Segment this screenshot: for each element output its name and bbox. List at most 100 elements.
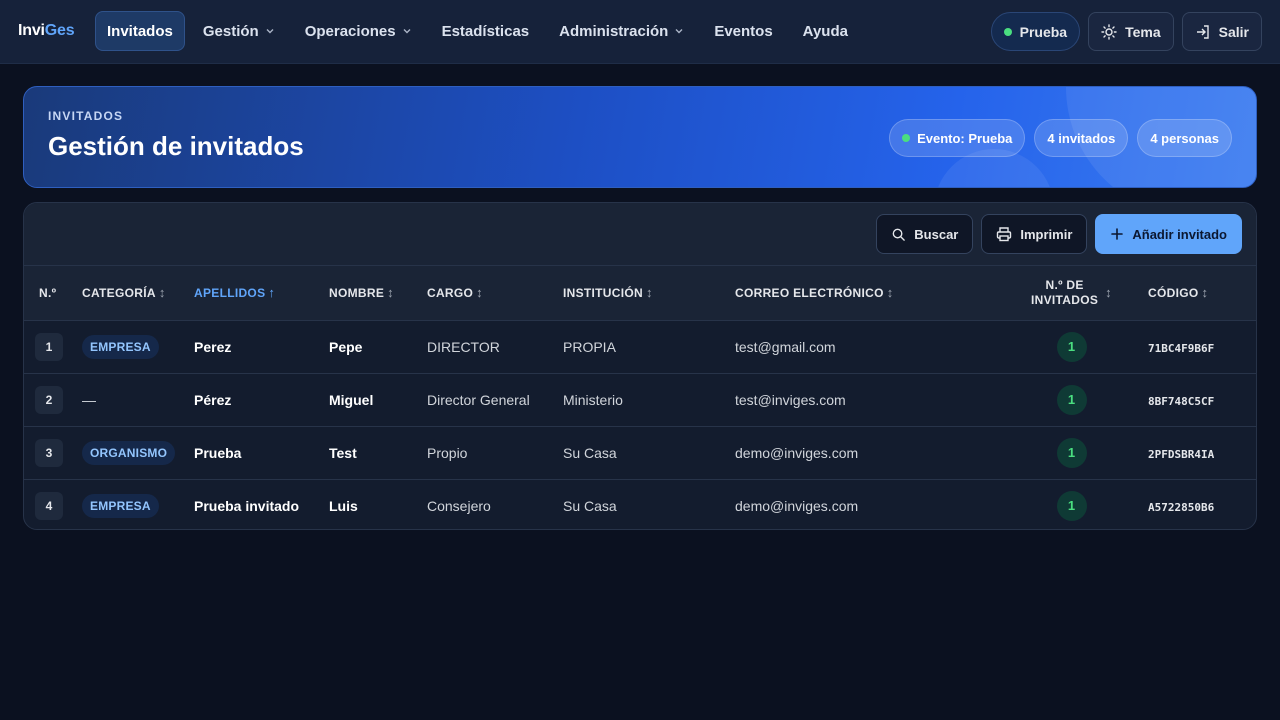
- brand-logo[interactable]: InviGes: [18, 22, 75, 40]
- nav-item-label: Operaciones: [304, 22, 396, 40]
- column-header-label: CÓDIGO: [1148, 286, 1199, 301]
- column-header-label: CORREO ELECTRÓNICO: [735, 286, 884, 301]
- nav-item-eventos[interactable]: Eventos: [702, 11, 784, 51]
- nav-actions: Prueba Tema Salir: [990, 12, 1262, 51]
- guests-count: 1: [1056, 331, 1087, 362]
- table-header-row: N.º CATEGORÍA ↕ APELLIDOS ↑ NOMBRE ↕ CARGO ↕…: [24, 266, 1256, 321]
- table-row[interactable]: 3 ORGANISMO Prueba Test Propio Su Casa d…: [24, 426, 1256, 479]
- cell-surname: Prueba invitado: [194, 497, 300, 514]
- theme-button-label: Tema: [1125, 23, 1161, 40]
- status-dot-icon: [902, 134, 911, 142]
- cell-position: DIRECTOR: [427, 338, 500, 355]
- cell-surname: Perez: [194, 338, 232, 355]
- column-header-guests[interactable]: N.º DE INVITADOS ↕: [1003, 266, 1140, 321]
- current-event-label: Prueba: [1019, 23, 1068, 40]
- row-number: 4: [35, 491, 63, 520]
- nav-item-ayuda[interactable]: Ayuda: [791, 11, 860, 51]
- guests-count-badge: 4 invitados: [1034, 119, 1129, 157]
- event-badge: Evento: Prueba: [889, 119, 1026, 157]
- event-badge-label: Evento: Prueba: [917, 130, 1013, 146]
- people-count-badge: 4 personas: [1137, 119, 1232, 157]
- brand-text-part2: Ges: [44, 22, 75, 39]
- cell-surname: Pérez: [194, 391, 232, 408]
- search-icon: [892, 228, 906, 241]
- cell-name: Miguel: [329, 391, 374, 408]
- column-header-label: CATEGORÍA: [82, 286, 156, 301]
- sort-icon: ↕: [1105, 285, 1112, 301]
- main-nav: Invitados Gestión Operaciones Estadístic…: [95, 11, 866, 51]
- add-guest-button[interactable]: Añadir invitado: [1095, 214, 1242, 254]
- column-header-label: N.º DE: [1045, 277, 1084, 292]
- category-badge: EMPRESA: [82, 334, 159, 359]
- column-header-name[interactable]: NOMBRE ↕: [329, 266, 427, 321]
- chevron-down-icon: [675, 29, 683, 34]
- nav-item-invitados[interactable]: Invitados: [95, 11, 185, 51]
- row-number: 1: [35, 332, 63, 361]
- row-number: 3: [35, 438, 63, 467]
- print-button-label: Imprimir: [1020, 226, 1073, 242]
- column-header-email[interactable]: CORREO ELECTRÓNICO ↕: [735, 266, 1003, 321]
- logout-button[interactable]: Salir: [1181, 12, 1262, 51]
- page-eyebrow: INVITADOS: [48, 109, 124, 123]
- chevron-down-icon: [403, 29, 411, 34]
- cell-email: test@inviges.com: [735, 391, 846, 408]
- cell-institution: Ministerio: [563, 391, 623, 408]
- cell-position: Director General: [427, 391, 530, 408]
- nav-item-label: Invitados: [107, 22, 173, 40]
- nav-item-label: Ayuda: [802, 22, 848, 40]
- summary-badges: Evento: Prueba 4 invitados 4 personas: [889, 119, 1232, 157]
- page-header-banner: INVITADOS Gestión de invitados Evento: P…: [23, 86, 1257, 188]
- column-header-num: N.º: [24, 266, 82, 321]
- sort-icon: ↕: [886, 285, 894, 301]
- theme-button[interactable]: Tema: [1088, 12, 1174, 51]
- category-badge: ORGANISMO: [82, 440, 176, 465]
- print-button[interactable]: Imprimir: [981, 214, 1088, 254]
- table-row[interactable]: 2 — Pérez Miguel Director General Minist…: [24, 373, 1256, 426]
- search-button-label: Buscar: [914, 226, 959, 242]
- column-header-label: INVITADOS: [1031, 292, 1099, 307]
- nav-item-gestion[interactable]: Gestión: [191, 11, 287, 51]
- sort-icon: ↕: [158, 285, 166, 301]
- column-header-label: NOMBRE: [329, 286, 385, 301]
- top-navbar: InviGes Invitados Gestión Operaciones Es…: [0, 0, 1280, 64]
- table-row[interactable]: 4 EMPRESA Prueba invitado Luis Consejero…: [24, 479, 1256, 529]
- page-title: Gestión de invitados: [48, 131, 304, 161]
- column-header-institution[interactable]: INSTITUCIÓN ↕: [563, 266, 735, 321]
- column-header-position[interactable]: CARGO ↕: [427, 266, 563, 321]
- nav-item-operaciones[interactable]: Operaciones: [293, 11, 424, 51]
- cell-name: Pepe: [329, 338, 363, 355]
- column-header-category[interactable]: CATEGORÍA ↕: [82, 266, 194, 321]
- cell-name: Luis: [329, 497, 358, 514]
- cell-email: demo@inviges.com: [735, 497, 859, 514]
- cell-position: Propio: [427, 444, 468, 461]
- nav-item-label: Administración: [559, 22, 669, 40]
- guest-code: 8BF748C5CF: [1148, 394, 1215, 408]
- cell-institution: Su Casa: [563, 497, 617, 514]
- guests-count: 1: [1056, 437, 1087, 468]
- nav-item-estadisticas[interactable]: Estadísticas: [430, 11, 542, 51]
- table-row[interactable]: 1 EMPRESA Perez Pepe DIRECTOR PROPIA tes…: [24, 320, 1256, 373]
- column-header-surname[interactable]: APELLIDOS ↑: [194, 266, 329, 321]
- column-header-label: CARGO: [427, 286, 474, 301]
- nav-item-label: Gestión: [202, 22, 259, 40]
- sort-icon: ↕: [1201, 285, 1209, 301]
- guest-code: A5722850B6: [1148, 500, 1215, 514]
- column-header-label: INSTITUCIÓN: [563, 286, 643, 301]
- printer-icon: [997, 227, 1012, 242]
- search-button[interactable]: Buscar: [876, 214, 974, 254]
- table-toolbar: Buscar Imprimir Añadir invitado: [24, 203, 1256, 266]
- nav-item-administracion[interactable]: Administración: [547, 11, 696, 51]
- nav-item-label: Estadísticas: [441, 22, 530, 40]
- column-header-label: APELLIDOS: [194, 286, 266, 301]
- cell-email: demo@inviges.com: [735, 444, 859, 461]
- cell-institution: Su Casa: [563, 444, 617, 461]
- brand-text-part1: Invi: [18, 22, 45, 39]
- current-event-button[interactable]: Prueba: [990, 12, 1081, 51]
- guests-table-card: Buscar Imprimir Añadir invitado N.º CATE…: [23, 202, 1257, 530]
- cell-institution: PROPIA: [563, 338, 616, 355]
- sun-icon: [1101, 23, 1117, 40]
- category-badge: EMPRESA: [82, 493, 159, 518]
- column-header-label: N.º: [39, 285, 57, 300]
- sort-ascending-icon: ↑: [268, 285, 276, 301]
- column-header-code[interactable]: CÓDIGO ↕: [1140, 266, 1256, 321]
